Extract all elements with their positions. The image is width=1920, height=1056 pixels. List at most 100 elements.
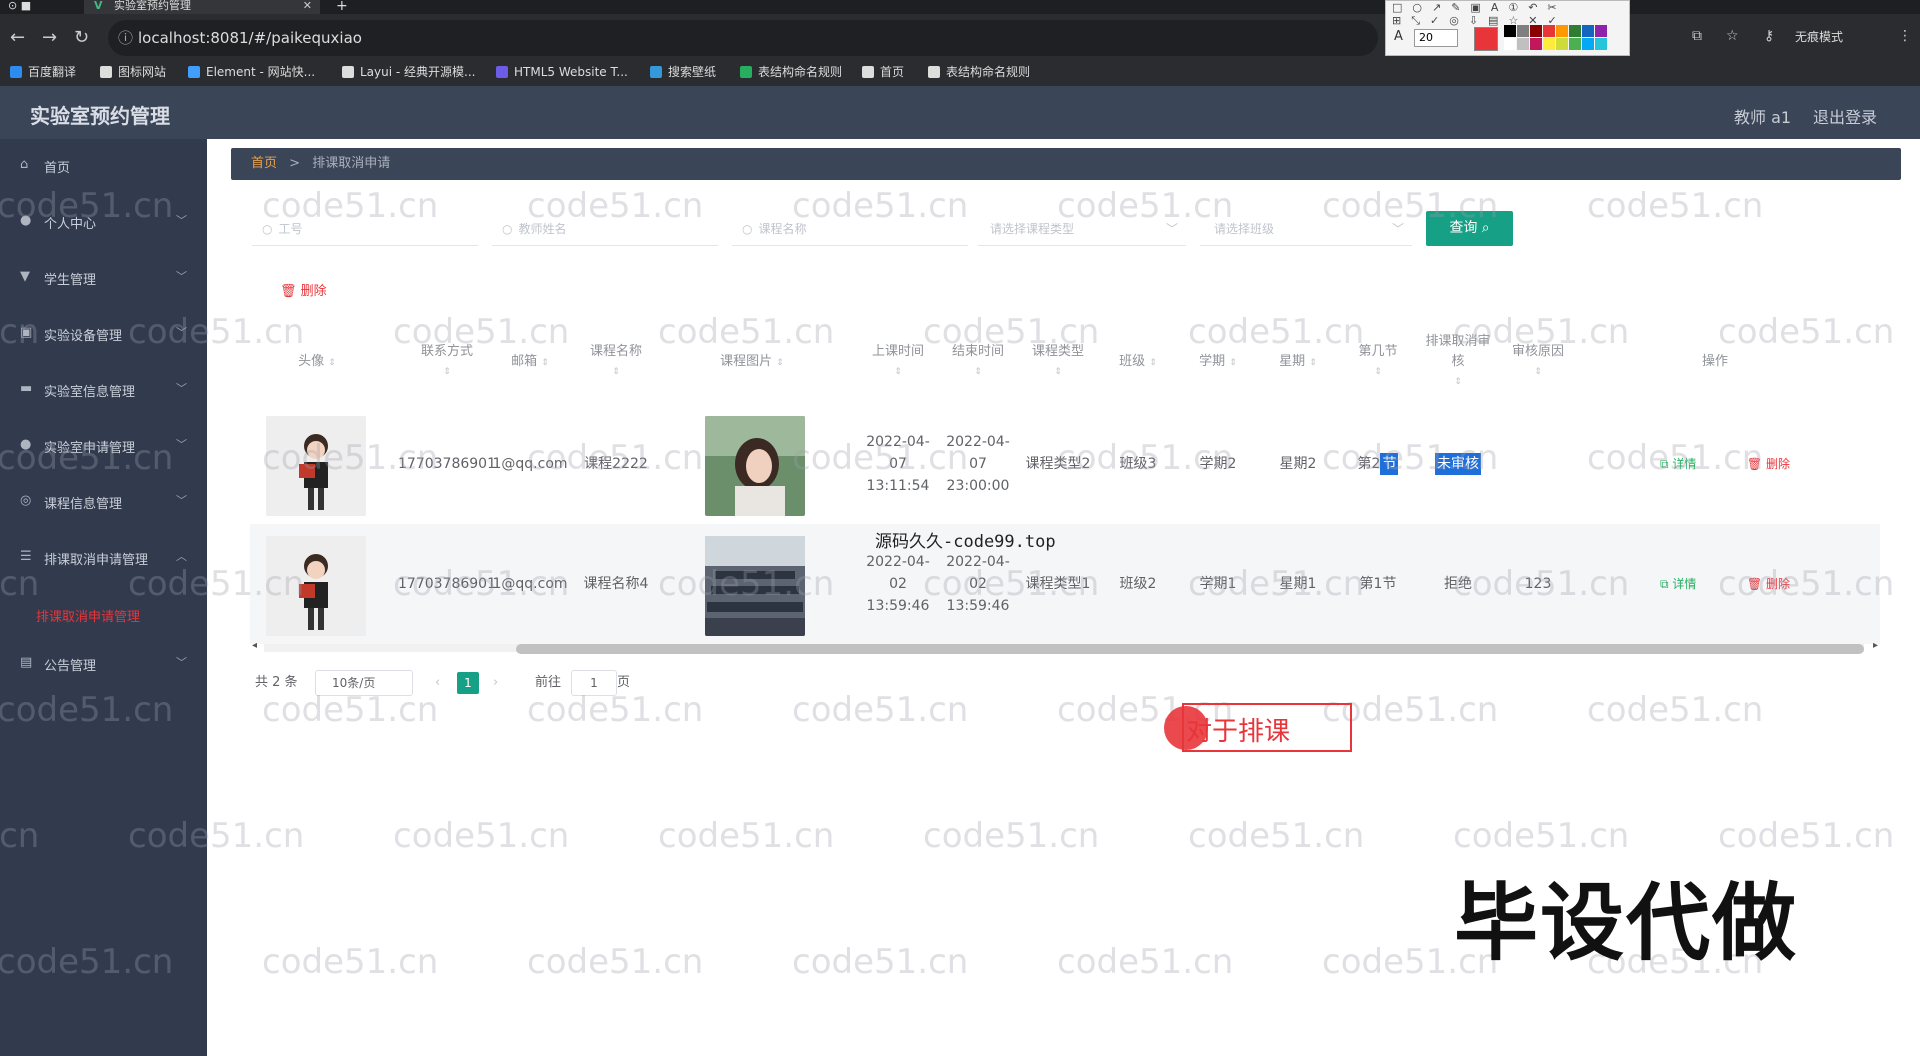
forward-icon[interactable]: → [42, 27, 57, 48]
scroll-right-icon[interactable]: ▸ [1873, 640, 1878, 651]
menu-icon[interactable]: ⋮ [1898, 28, 1912, 44]
column-header[interactable]: 邮箱 ⇕ [496, 320, 564, 404]
column-header[interactable]: 第几节 ⇕ [1340, 320, 1416, 404]
search-button[interactable]: 查询 ⌕ [1426, 211, 1513, 246]
course-name-input[interactable]: ○ 课程名称 [732, 212, 968, 246]
delete-button[interactable]: 🗑 删除 [1747, 453, 1790, 475]
url-bar[interactable]: ⓘ localhost:8081/#/paikequxiao [108, 20, 1378, 56]
current-color-swatch[interactable] [1474, 27, 1498, 51]
star-icon[interactable]: ☆ [1726, 28, 1739, 44]
student-icon: ▼ [20, 269, 30, 284]
detail-button[interactable]: ⧉ 详情 [1660, 453, 1696, 475]
column-header[interactable]: 课程类型 ⇕ [1020, 320, 1096, 404]
font-size-select[interactable]: 20 [1414, 29, 1458, 47]
sidebar-item-cancel-apply[interactable]: ☰ 排课取消申请管理 ︿ [0, 540, 207, 576]
annotation-tool-icons[interactable]: □○↗✎▣A①↶✂⊞⤡✓◎⇩▤☆✕✓ [1392, 1, 1629, 28]
bookmark[interactable]: 表结构命名规则 [740, 64, 842, 80]
close-tab-icon[interactable]: ✕ [303, 0, 312, 12]
term-cell: 学期1 [1199, 576, 1237, 592]
current-user: 教师 a1 [1734, 108, 1792, 127]
bookmark[interactable]: Layui - 经典开源模... [342, 64, 475, 80]
chevron-down-icon: ﹀ [176, 494, 187, 507]
bookmark-icon [496, 66, 508, 78]
color-palette[interactable] [1504, 25, 1607, 50]
bookmark[interactable]: 图标网站 [100, 64, 166, 80]
teacher-name-input[interactable]: ○ 教师姓名 [492, 212, 718, 246]
column-header[interactable]: 星期 ⇕ [1260, 320, 1336, 404]
sidebar-item-home[interactable]: ⌂ 首页 [0, 148, 207, 184]
goto-page-input[interactable]: 1 [571, 670, 617, 696]
sidebar: ⌂ 首页 ● 个人中心 ﹀ ▼ 学生管理 ﹀ ▣ 实验设备管理 ﹀ ▬ 实验室信息管理 ﹀ ● 实验… [0, 139, 207, 1056]
chevron-down-icon: ﹀ [176, 326, 187, 339]
back-icon[interactable]: ← [10, 27, 25, 48]
table-horizontal-scrollbar[interactable]: ◂ ▸ [250, 640, 1880, 656]
sidebar-item-lab-info[interactable]: ▬ 实验室信息管理 ﹀ [0, 372, 207, 408]
bookmark[interactable]: 搜索壁纸 [650, 64, 716, 80]
sidebar-item-lab-apply[interactable]: ● 实验室申请管理 ﹀ [0, 428, 207, 464]
current-page[interactable]: 1 [457, 672, 479, 694]
sidebar-item-profile[interactable]: ● 个人中心 ﹀ [0, 204, 207, 240]
page-unit-label: 页 [617, 675, 631, 690]
column-header[interactable]: 头像 ⇕ [272, 320, 362, 404]
new-tab-button[interactable]: + [336, 0, 348, 13]
source-watermark: 源码久久-code99.top [875, 532, 1056, 552]
bookmark[interactable]: Element - 网站快... [188, 64, 315, 80]
scroll-left-icon[interactable]: ◂ [252, 640, 257, 651]
bookmark[interactable]: 百度翻译 [10, 64, 76, 80]
column-header[interactable]: 上课时间 ⇕ [860, 320, 936, 404]
column-header[interactable]: 班级 ⇕ [1100, 320, 1176, 404]
translate-icon[interactable]: ⧉ [1692, 28, 1702, 44]
email-cell: 1@qq.com [492, 576, 568, 592]
row-actions: ⧉ 详情 🗑 删除 [1660, 524, 1790, 644]
scroll-thumb[interactable] [516, 644, 1864, 654]
annotation-toolbar: □○↗✎▣A①↶✂⊞⤡✓◎⇩▤☆✕✓ A 20 [1385, 0, 1630, 56]
audit-reason-cell: 123 [1524, 576, 1552, 592]
bookmark[interactable]: HTML5 Website T... [496, 64, 628, 80]
bookmark-icon [342, 66, 354, 78]
section-cell: 第2 节 [1340, 404, 1416, 524]
chevron-down-icon: ﹀ [176, 438, 187, 451]
breadcrumb-separator: > [289, 156, 301, 171]
incognito-badge[interactable]: 无痕模式 [1795, 28, 1843, 45]
sidebar-item-courses[interactable]: ◎ 课程信息管理 ﹀ [0, 484, 207, 520]
radio-icon: ○ [262, 222, 273, 236]
sidebar-item-notice[interactable]: ▤ 公告管理 ﹀ [0, 646, 207, 682]
batch-delete-button[interactable]: 🗑 删除 [280, 280, 327, 299]
audit-status-cell: 未审核 [1420, 404, 1496, 524]
sidebar-subitem-cancel-manage[interactable]: 排课取消申请管理 [36, 606, 140, 625]
table-row: 17703786901 1@qq.com 课程2222 2022-04-07 1… [250, 404, 1880, 524]
reload-icon[interactable]: ↻ [74, 27, 89, 48]
bookmark-icon [650, 66, 662, 78]
detail-button[interactable]: ⧉ 详情 [1660, 573, 1696, 595]
breadcrumb-home[interactable]: 首页 [251, 156, 277, 171]
contact-cell: 17703786901 [398, 576, 496, 592]
course-type-select[interactable]: 请选择课程类型 ﹀ [978, 212, 1186, 246]
column-header[interactable]: 课程名称 ⇕ [576, 320, 656, 404]
bookmark[interactable]: 表结构命名规则 [928, 64, 1030, 80]
goto-label: 前往 [535, 675, 562, 690]
avatar [266, 416, 366, 516]
column-header[interactable]: 排课取消审核 ⇕ [1420, 320, 1496, 404]
delete-button[interactable]: 🗑 删除 [1747, 573, 1790, 595]
column-header[interactable]: 学期 ⇕ [1180, 320, 1256, 404]
column-header[interactable]: 审核原因 ⇕ [1500, 320, 1576, 404]
course-name-cell: 课程名称4 [583, 576, 649, 592]
watermark-text: code51.cn [1453, 816, 1630, 856]
sidebar-item-students[interactable]: ▼ 学生管理 ﹀ [0, 260, 207, 296]
key-icon[interactable]: ⚷ [1764, 28, 1774, 44]
prev-page-icon[interactable]: ‹ [435, 668, 440, 698]
page-size-select[interactable]: 10条/页 [315, 670, 413, 696]
column-header[interactable]: 课程图片 ⇕ [702, 320, 802, 404]
bookmark[interactable]: 首页 [862, 64, 904, 80]
sidebar-item-equipment[interactable]: ▣ 实验设备管理 ﹀ [0, 316, 207, 352]
logout-button[interactable]: 退出登录 [1813, 104, 1877, 128]
chevron-down-icon: ﹀ [176, 214, 187, 227]
browser-tab[interactable]: V 实验室预约管理 ✕ [84, 0, 320, 14]
home-icon: ⌂ [20, 157, 29, 172]
gonghao-input[interactable]: ○ 工号 [252, 212, 478, 246]
next-page-icon[interactable]: › [493, 668, 498, 698]
class-select[interactable]: 请选择班级 ﹀ [1200, 212, 1412, 246]
column-header[interactable]: 联系方式 ⇕ [410, 320, 484, 404]
column-header[interactable]: 结束时间 ⇕ [940, 320, 1016, 404]
watermark-text: code51.cn [1057, 942, 1234, 982]
